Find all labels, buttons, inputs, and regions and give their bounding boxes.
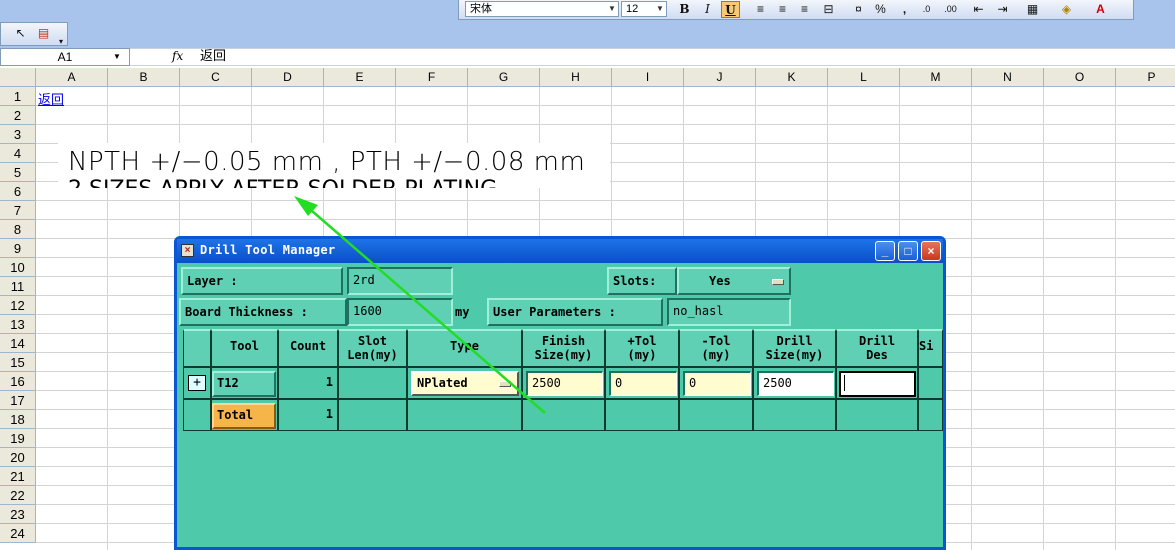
annotation-arrow xyxy=(294,196,546,414)
arrow-line xyxy=(303,203,546,414)
